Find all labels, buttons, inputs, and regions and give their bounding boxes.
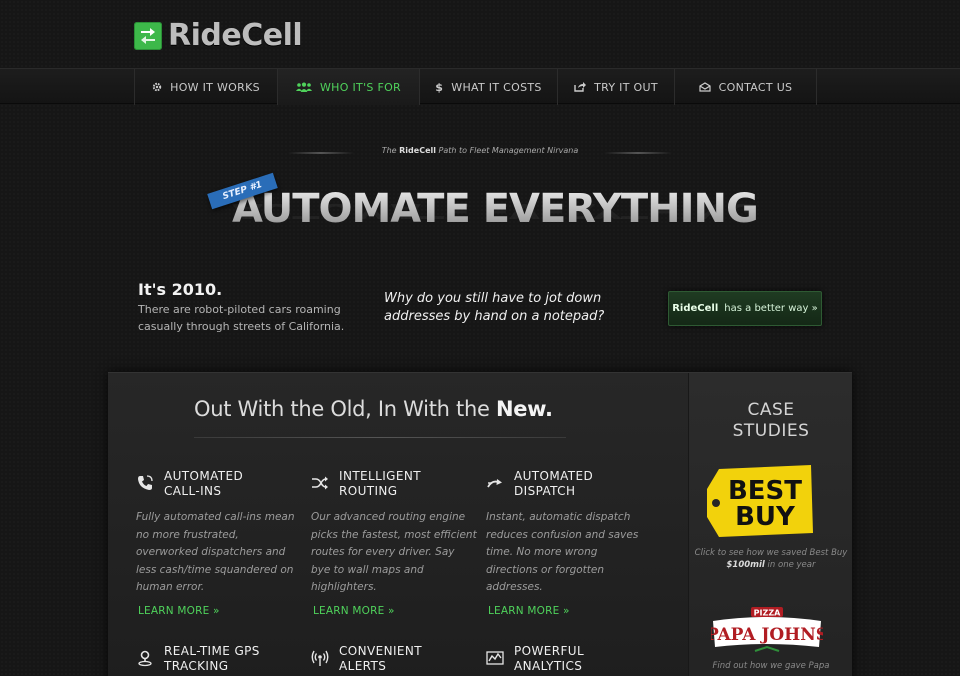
feature-title: REAL-TIME GPS [164, 644, 260, 658]
location-pin-icon [138, 650, 152, 667]
intro-title: It's 2010. [138, 280, 223, 299]
learn-more-link[interactable]: LEARN MORE » [313, 605, 477, 617]
intro-body: There are robot-piloted cars roaming cas… [138, 303, 345, 333]
feature-description: Fully automated call-ins mean no more fr… [136, 511, 295, 593]
main-nav: HOW IT WORKS WHO IT'S FOR $ WHAT IT COST… [0, 68, 960, 105]
feature-title: ANALYTICS [514, 659, 583, 673]
bestbuy-caption-pre: Click to see how we saved Best Buy [694, 548, 848, 558]
panel-title-divider [194, 437, 566, 438]
people-icon [296, 82, 312, 92]
broadcast-icon [311, 650, 329, 666]
ridecell-logo[interactable]: RideCell [134, 18, 303, 53]
feature-intelligent-routing: INTELLIGENT ROUTING Our advanced routing… [311, 469, 477, 617]
nav-label: TRY IT OUT [594, 80, 658, 94]
case-studies-title-line: CASE [747, 400, 795, 420]
bestbuy-caption[interactable]: Click to see how we saved Best Buy $100m… [693, 547, 849, 571]
logo-text: RideCell [168, 18, 303, 53]
gear-icon [152, 82, 162, 92]
feature-automated-call-ins: AUTOMATED CALL-INS Fully automated call-… [136, 469, 302, 617]
panel-title-pre: Out With the Old, In With the [194, 397, 496, 421]
feature-title: AUTOMATED [514, 469, 594, 483]
nav-who-its-for[interactable]: WHO IT'S FOR [278, 69, 420, 105]
papajohns-logo[interactable]: PIZZA PAPA JOHNS [706, 607, 828, 661]
nav-label: CONTACT US [718, 80, 793, 94]
papajohns-logo-top: PIZZA [754, 609, 781, 618]
features-panel: Out With the Old, In With the New. AUTOM… [108, 372, 852, 676]
logo-arrows-icon [134, 21, 162, 50]
nav-label: HOW IT WORKS [170, 80, 260, 94]
feature-title: DISPATCH [514, 484, 576, 498]
panel-title-bold: New. [495, 397, 553, 421]
nav-how-it-works[interactable]: HOW IT WORKS [135, 69, 278, 105]
cta-text: has a better way » [724, 303, 818, 314]
intro-question: Why do you still have to jot down addres… [384, 291, 605, 324]
feature-title: CONVENIENT [339, 644, 422, 658]
phone-icon [138, 475, 153, 490]
envelope-icon [699, 82, 711, 92]
learn-more-link[interactable]: LEARN MORE » [488, 605, 652, 617]
nav-try-it-out[interactable]: TRY IT OUT [558, 69, 675, 105]
cta-brand: RideCell [672, 303, 719, 314]
papajohns-caption[interactable]: Find out how we gave Papa [693, 661, 849, 671]
shuffle-icon [312, 476, 328, 490]
feature-convenient-alerts: CONVENIENT ALERTS [311, 644, 477, 674]
feature-automated-dispatch: AUTOMATED DISPATCH Instant, automatic di… [486, 469, 652, 617]
arrows-icon [487, 479, 502, 488]
bestbuy-logo[interactable]: BEST BUY [705, 465, 815, 545]
feature-powerful-analytics: POWERFUL ANALYTICS [486, 644, 652, 674]
feature-title: ROUTING [339, 484, 398, 498]
nav-what-it-costs[interactable]: $ WHAT IT COSTS [420, 69, 558, 105]
chart-icon [486, 651, 504, 665]
headline: AUTOMATE EVERYTHING [232, 186, 759, 232]
feature-title: POWERFUL [514, 644, 585, 658]
case-studies-title-line: STUDIES [732, 421, 810, 441]
nav-label: WHAT IT COSTS [451, 80, 542, 94]
case-studies-sidebar: CASE STUDIES BEST BUY Click to see how w… [688, 373, 852, 676]
bestbuy-logo-line2: BUY [735, 502, 796, 532]
nav-contact-us[interactable]: CONTACT US [675, 69, 817, 105]
panel-title: Out With the Old, In With the New. [194, 397, 553, 421]
bestbuy-caption-post: in one year [764, 560, 816, 570]
nav-label: WHO IT'S FOR [320, 80, 401, 94]
feature-description: Our advanced routing engine picks the fa… [311, 511, 477, 593]
feature-description: Instant, automatic dispatch reduces conf… [486, 511, 639, 593]
case-studies-title: CASE STUDIES [689, 400, 853, 442]
tagline-post: Path to Fleet Management Nirvana [438, 146, 579, 155]
tagline-brand: RideCell [399, 146, 436, 155]
papajohns-logo-main: PAPA JOHNS [711, 625, 823, 645]
tagline: The RideCell Path to Fleet Management Ni… [0, 146, 960, 155]
feature-title: ALERTS [339, 659, 387, 673]
feature-title: TRACKING [164, 659, 229, 673]
feature-title: CALL-INS [164, 484, 222, 498]
share-icon [574, 82, 587, 92]
feature-title: INTELLIGENT [339, 469, 421, 483]
bestbuy-caption-bold: $100mil [726, 560, 765, 570]
tagline-pre: The [381, 146, 397, 155]
dollar-icon: $ [435, 80, 444, 94]
feature-title: AUTOMATED [164, 469, 244, 483]
feature-real-time-gps-tracking: REAL-TIME GPS TRACKING [136, 644, 302, 674]
learn-more-link[interactable]: LEARN MORE » [138, 605, 302, 617]
better-way-button[interactable]: RideCell has a better way » [668, 291, 822, 326]
